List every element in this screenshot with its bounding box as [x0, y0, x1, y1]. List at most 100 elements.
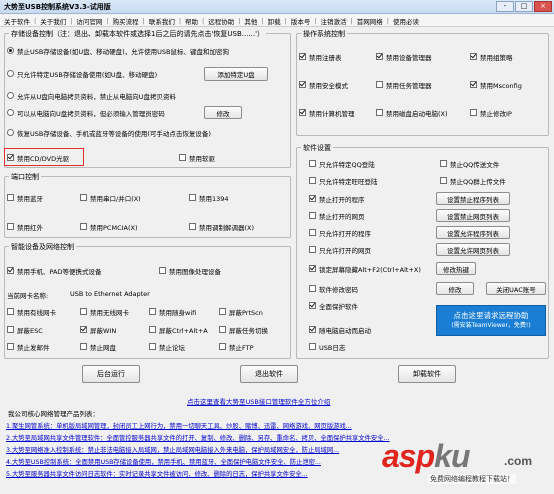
allow-webpages-checkbox[interactable]: 只允许打开的网页	[309, 245, 371, 255]
menu-version[interactable]: 版本号	[287, 16, 315, 26]
product-link-1[interactable]: 1.聚生网管系统：单机版局域网管理，封闭员工上网行为，禁用一切聊天工具、炒股、赌…	[6, 421, 486, 430]
minimize-button[interactable]: -	[496, 1, 514, 12]
maximize-button[interactable]: □	[515, 1, 533, 12]
disable-floppy-checkbox[interactable]: 禁用软驱	[179, 153, 215, 163]
checkbox-box	[7, 223, 14, 230]
checkbox-box	[309, 160, 316, 167]
disable-1394-checkbox[interactable]: 禁用1394	[189, 193, 229, 203]
storage-option-password-copy[interactable]: 可以从电脑向U盘拷贝资料，但必须输入管理员密码	[7, 108, 165, 118]
lock-screen-hotkey-checkbox[interactable]: 锁定屏幕隐藏Alt+F2(Ctrl+Alt+X)	[309, 264, 421, 274]
run-background-button[interactable]: 后台运行	[82, 365, 140, 383]
disable-wired-nic-checkbox[interactable]: 禁用有线网卡	[7, 307, 56, 317]
disable-infrared-checkbox[interactable]: 禁用红外	[7, 222, 43, 232]
block-qq-group-file-checkbox[interactable]: 禁止QQ群上传文件	[440, 176, 506, 186]
block-prtscn-checkbox[interactable]: 屏蔽PrtScn	[219, 307, 263, 317]
software-password-checkbox[interactable]: 软件修改密码	[309, 284, 358, 294]
usb-log-checkbox[interactable]: USB日志	[309, 342, 345, 352]
disable-portable-wifi-checkbox[interactable]: 禁用随身wifi	[149, 307, 196, 317]
disable-ip-change-checkbox[interactable]: 禁止修改IP	[470, 108, 512, 118]
block-webpages-checkbox[interactable]: 禁止打开的网页	[309, 211, 365, 221]
menu-about-us[interactable]: 关于我们	[36, 16, 70, 26]
checkbox-box	[470, 53, 477, 60]
menu-readme[interactable]: 使用必读	[389, 16, 423, 26]
menu-contact[interactable]: 联系我们	[145, 16, 179, 26]
disable-cd-checkbox[interactable]: 禁用CD/DVD光驱	[7, 153, 69, 163]
products-title: 我公司核心网络管理产品列表：	[8, 410, 99, 418]
menu-website[interactable]: 访问官网	[72, 16, 106, 26]
disable-forum-checkbox[interactable]: 禁止论坛	[149, 342, 185, 352]
disable-wireless-nic-checkbox[interactable]: 禁用无线网卡	[80, 307, 129, 317]
disable-task-manager-checkbox[interactable]: 禁用任务管理器	[376, 80, 432, 90]
block-ctrl-alt-a-checkbox[interactable]: 屏蔽Ctrl+Alt+A	[149, 325, 208, 335]
disable-device-manager-checkbox[interactable]: 禁用设备管理器	[376, 52, 432, 62]
block-esc-checkbox[interactable]: 屏蔽ESC	[7, 325, 43, 335]
nic-value: USB to Ethernet Adapter	[70, 290, 150, 298]
disable-disk-boot-checkbox[interactable]: 禁用磁盘启动电脑(X)	[376, 108, 448, 118]
checkbox-box	[7, 154, 14, 161]
menu-about-software[interactable]: 关于软件	[0, 16, 34, 26]
storage-option-readonly-copy[interactable]: 允许从U盘向电脑拷贝资料，禁止从电脑向U盘拷贝资料	[7, 91, 176, 101]
disable-safe-mode-checkbox[interactable]: 禁用安全模式	[299, 80, 348, 90]
remote-assist-button[interactable]: 点击这里请求远程协助 (需安装TeamViewer，免费!)	[436, 305, 546, 336]
menu-help[interactable]: 帮助	[181, 16, 202, 26]
disable-ftp-checkbox[interactable]: 禁止FTP	[219, 342, 254, 352]
checkbox-box	[80, 343, 87, 350]
disable-imaging-checkbox[interactable]: 禁用图像处理设备	[159, 266, 221, 276]
disable-msconfig-checkbox[interactable]: 禁用Msconfig	[470, 80, 522, 90]
disable-registry-checkbox[interactable]: 禁用注册表	[299, 52, 342, 62]
checkbox-box	[7, 267, 14, 274]
disable-netdisk-checkbox[interactable]: 禁止网盘	[80, 342, 116, 352]
disable-email-checkbox[interactable]: 禁止发邮件	[7, 342, 50, 352]
os-legend: 操作系统控制	[301, 29, 347, 39]
checkbox-box	[299, 81, 306, 88]
checkbox-box	[376, 53, 383, 60]
specific-wangwang-checkbox[interactable]: 只允许特定旺旺登陆	[309, 176, 378, 186]
modify-hotkey-button[interactable]: 修改热键	[436, 262, 476, 275]
block-programs-checkbox[interactable]: 禁止打开的程序	[309, 194, 365, 204]
disable-bluetooth-checkbox[interactable]: 禁用蓝牙	[7, 193, 43, 203]
storage-option-allow-specific[interactable]: 只允许特定USB存储设备使用(如U盘、移动硬盘)	[7, 69, 157, 79]
allow-programs-checkbox[interactable]: 只允许打开的程序	[309, 228, 371, 238]
specific-qq-checkbox[interactable]: 只允许特定QQ登陆	[309, 159, 375, 169]
set-allowed-webpages-button[interactable]: 设置允许网页列表	[436, 243, 510, 256]
uninstall-software-button[interactable]: 卸载软件	[398, 365, 456, 383]
smart-legend: 智能设备及网络控制	[9, 242, 76, 252]
menu-deactivate[interactable]: 注销激活	[317, 16, 351, 26]
menu-purchase[interactable]: 购买流程	[109, 16, 143, 26]
menu-network[interactable]: 首网网络	[353, 16, 387, 26]
set-allowed-programs-button[interactable]: 设置允许程序列表	[436, 226, 510, 239]
remote-assist-line2: (需安装TeamViewer，免费!)	[451, 321, 531, 329]
checkbox-box	[470, 81, 477, 88]
menu-other[interactable]: 其他	[240, 16, 261, 26]
modify-software-password-button[interactable]: 修改	[436, 282, 474, 295]
set-blocked-webpages-button[interactable]: 设置禁止网页列表	[436, 209, 510, 222]
block-qq-file-checkbox[interactable]: 禁止QQ传送文件	[440, 159, 499, 169]
disable-pcmcia-checkbox[interactable]: 禁用PCMCIA(X)	[80, 222, 138, 232]
menu-remote[interactable]: 远程协助	[204, 16, 238, 26]
storage-option-disable-usb[interactable]: 禁止USB存储设备(如U盘、移动硬盘)，允许使用USB鼠标、键盘和加密狗	[7, 46, 229, 56]
close-button[interactable]: ×	[534, 1, 552, 12]
checkbox-box	[7, 343, 14, 350]
disable-modem-checkbox[interactable]: 禁用调制解调器(X)	[189, 222, 254, 232]
remote-assist-line1: 点击这里请求远程协助	[453, 310, 529, 320]
disable-serial-port-checkbox[interactable]: 禁用串口/并口(X)	[80, 193, 141, 203]
disable-group-policy-checkbox[interactable]: 禁用组策略	[470, 52, 513, 62]
block-win-checkbox[interactable]: 屏蔽WIN	[80, 325, 116, 335]
exit-software-button[interactable]: 退出软件	[240, 365, 298, 383]
checkbox-box	[309, 326, 316, 333]
disable-mobile-checkbox[interactable]: 禁用手机、PAD等便携式设备	[7, 266, 101, 276]
modify-password-button[interactable]: 修改	[204, 106, 242, 119]
watermark-logo: aspku	[382, 438, 470, 474]
radio-dot	[7, 47, 14, 54]
menu-uninstall[interactable]: 卸载	[264, 16, 285, 26]
block-task-switch-checkbox[interactable]: 屏蔽任务切换	[219, 325, 268, 335]
full-protection-checkbox[interactable]: 全面保护软件	[309, 301, 358, 311]
add-specific-usb-button[interactable]: 添加特定U盘	[204, 67, 268, 81]
promo-link[interactable]: 点击这里查看大势至USB接口管理软件全方位介绍	[187, 396, 330, 406]
auto-start-checkbox[interactable]: 随电脑启动而启动	[309, 325, 371, 335]
set-blocked-programs-button[interactable]: 设置禁止程序列表	[436, 192, 510, 205]
storage-option-restore[interactable]: 恢复USB存储设备、手机或蓝牙等设备的使用(可手动点击恢复设备)	[7, 128, 211, 138]
close-uac-button[interactable]: 关闭UAC账号	[486, 282, 546, 295]
menu-bar: 关于软件 | 关于我们 | 访问官网 | 购买流程 | 联系我们 | 帮助 | 远程协助 | …	[0, 15, 554, 27]
disable-computer-management-checkbox[interactable]: 禁用计算机管理	[299, 108, 355, 118]
